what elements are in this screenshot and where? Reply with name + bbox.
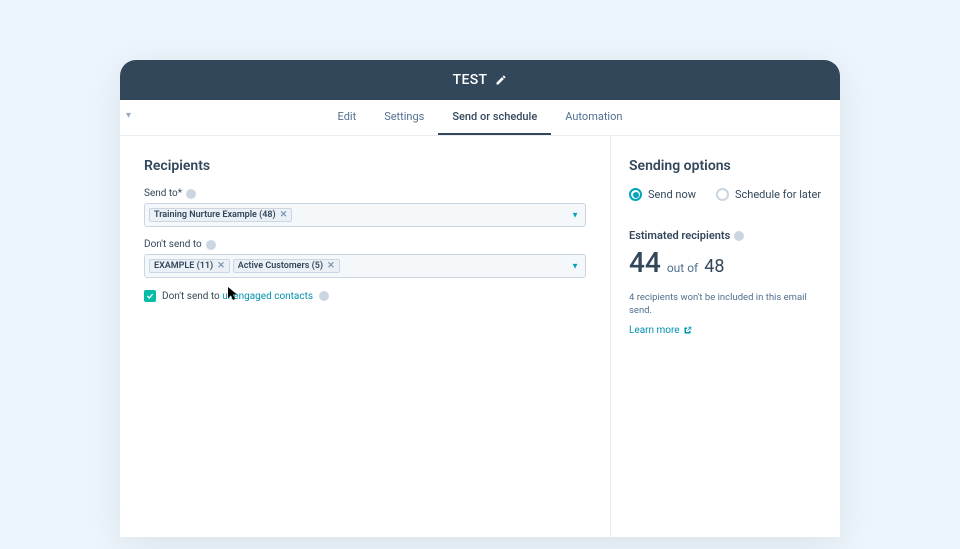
remove-chip-icon[interactable]: ✕ [327, 262, 335, 271]
chevron-down-icon[interactable]: ▾ [126, 110, 131, 121]
cursor-icon [228, 286, 238, 305]
tab-send-or-schedule[interactable]: Send or schedule [438, 100, 551, 135]
dropdown-arrow-icon[interactable]: ▼ [571, 211, 579, 220]
sending-options-panel: Sending options Send now Schedule for la… [610, 136, 840, 537]
radio-schedule-later[interactable]: Schedule for later [716, 188, 821, 201]
recipient-chip: EXAMPLE (11) ✕ [149, 259, 230, 273]
sending-radio-group: Send now Schedule for later [629, 188, 822, 201]
radio-icon [629, 188, 642, 201]
radio-send-now[interactable]: Send now [629, 188, 696, 201]
tab-settings[interactable]: Settings [370, 100, 438, 135]
app-window: TEST ▾ Edit Settings Send or schedule Au… [120, 60, 840, 537]
recipients-heading: Recipients [144, 158, 586, 174]
tabs: ▾ Edit Settings Send or schedule Automat… [120, 100, 840, 136]
recipients-panel: Recipients Send to* Training Nurture Exa… [120, 136, 610, 537]
remove-chip-icon[interactable]: ✕ [280, 211, 288, 220]
dont-send-to-select[interactable]: EXAMPLE (11) ✕ Active Customers (5) ✕ ▼ [144, 254, 586, 278]
info-icon[interactable] [319, 291, 329, 301]
content: Recipients Send to* Training Nurture Exa… [120, 136, 840, 537]
info-icon[interactable] [186, 189, 196, 199]
recipient-chip: Training Nurture Example (48) ✕ [149, 208, 292, 222]
exclusion-note: 4 recipients won't be included in this e… [629, 291, 822, 318]
learn-more-link[interactable]: Learn more [629, 325, 692, 336]
recipient-total: 48 [704, 256, 724, 277]
estimated-recipients-label: Estimated recipients [629, 229, 822, 242]
send-to-select[interactable]: Training Nurture Example (48) ✕ ▼ [144, 203, 586, 227]
info-icon[interactable] [734, 231, 744, 241]
dont-send-to-label: Don't send to [144, 239, 586, 250]
edit-title-icon[interactable] [495, 74, 507, 86]
tab-edit[interactable]: Edit [324, 100, 371, 135]
recipient-chip: Active Customers (5) ✕ [233, 259, 340, 273]
remove-chip-icon[interactable]: ✕ [217, 262, 225, 271]
recipient-count: 44 [629, 246, 661, 279]
unengaged-checkbox[interactable] [144, 290, 156, 302]
unengaged-checkbox-row: Don't send to unengaged contacts [144, 290, 586, 302]
sending-options-heading: Sending options [629, 158, 822, 174]
page-title: TEST [453, 72, 488, 88]
send-to-label: Send to* [144, 188, 586, 199]
tab-automation[interactable]: Automation [551, 100, 636, 135]
estimated-recipients-count: 44 out of 48 [629, 246, 822, 279]
dropdown-arrow-icon[interactable]: ▼ [571, 262, 579, 271]
radio-icon [716, 188, 729, 201]
topbar: TEST [120, 60, 840, 100]
info-icon[interactable] [206, 240, 216, 250]
